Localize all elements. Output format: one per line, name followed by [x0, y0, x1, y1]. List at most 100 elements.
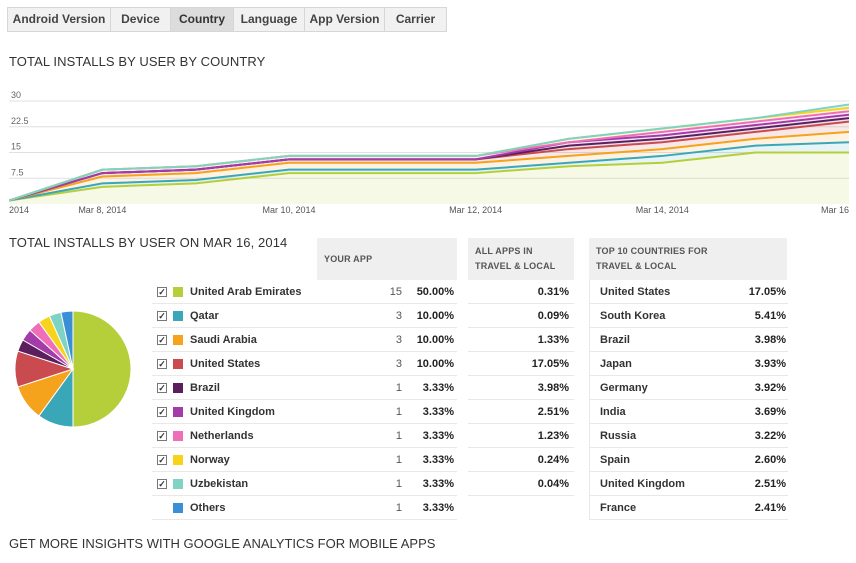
table-row: ✓ United States 3 10.00% [152, 352, 457, 376]
table-row: India 3.69% [590, 400, 788, 424]
top10-country: France [600, 501, 637, 514]
install-count: 1 [395, 429, 402, 442]
color-swatch [173, 286, 183, 297]
y-tick-label: 7.5 [11, 167, 24, 177]
table-row: 0.09% [468, 304, 574, 328]
color-swatch [173, 310, 183, 321]
country-checkbox[interactable]: ✓ [157, 310, 167, 321]
table-row: 0.31% [468, 280, 574, 304]
all-apps-header: ALL APPS IN TRAVEL & LOCAL [468, 238, 574, 280]
table-row: South Korea 5.41% [590, 304, 788, 328]
color-swatch [173, 478, 183, 489]
x-tick-label: Mar 10, 2014 [262, 205, 315, 214]
table-row: Japan 3.93% [590, 352, 788, 376]
all-apps-percent: 0.04% [537, 477, 569, 490]
country-name: Uzbekistan [190, 477, 249, 490]
all-apps-percent: 0.09% [537, 309, 569, 322]
all-apps-percent: 0.31% [537, 285, 569, 298]
insights-link[interactable]: GET MORE INSIGHTS WITH GOOGLE ANALYTICS … [9, 536, 435, 551]
area-chart-svg: 7.5 15 22.5 30 2014 Mar 8, 2014 Mar 10, 2014 Ma… [8, 90, 850, 215]
install-percent: 3.33% [422, 453, 454, 466]
installs-area-chart: 7.5 15 22.5 30 2014 Mar 8, 2014 Mar 10, 2014 Ma… [8, 89, 850, 215]
dimension-tabs: Android Version Device Country Language … [7, 7, 447, 32]
table-row: ✓ Uzbekistan 1 3.33% [152, 472, 457, 496]
table-row: ✓ Netherlands 1 3.33% [152, 424, 457, 448]
top10-percent: 3.92% [754, 381, 786, 394]
table-row: ✓ United Arab Emirates 15 50.00% [152, 280, 457, 304]
top10-country: India [600, 405, 626, 418]
table-row: Spain 2.60% [590, 448, 788, 472]
table-row: 1.33% [468, 328, 574, 352]
installs-pie-chart [14, 310, 132, 433]
x-tick-label: 2014 [9, 205, 29, 214]
top10-country: Brazil [600, 333, 630, 346]
install-percent: 3.33% [422, 429, 454, 442]
top10-percent: 3.98% [754, 333, 786, 346]
x-tick-label: Mar 16 [821, 205, 849, 214]
tab-language[interactable]: Language [234, 8, 305, 31]
top10-country: Japan [600, 357, 632, 370]
table-row: Russia 3.22% [590, 424, 788, 448]
country-checkbox[interactable]: ✓ [157, 382, 167, 393]
country-name: United Arab Emirates [190, 285, 302, 298]
table-row: ✓ United Kingdom 1 3.33% [152, 400, 457, 424]
country-checkbox[interactable]: ✓ [157, 430, 167, 441]
color-swatch [173, 430, 183, 441]
country-name: United States [190, 357, 261, 370]
top10-country: Spain [600, 453, 630, 466]
tab-carrier[interactable]: Carrier [385, 8, 446, 31]
tab-country[interactable]: Country [171, 8, 234, 31]
install-count: 1 [395, 381, 402, 394]
country-checkbox[interactable]: ✓ [157, 334, 167, 345]
top10-country: South Korea [600, 309, 666, 322]
install-percent: 10.00% [416, 309, 454, 322]
table-row: 2.51% [468, 400, 574, 424]
tab-device[interactable]: Device [111, 8, 171, 31]
tab-app-version[interactable]: App Version [305, 8, 385, 31]
color-swatch [173, 502, 183, 513]
top10-percent: 5.41% [754, 309, 786, 322]
install-percent: 3.33% [422, 501, 454, 514]
install-percent: 10.00% [416, 357, 454, 370]
country-name: Qatar [190, 309, 219, 322]
top10-percent: 3.93% [754, 357, 786, 370]
x-tick-label: Mar 14, 2014 [636, 205, 689, 214]
top10-percent: 2.60% [754, 453, 786, 466]
top10-column: TOP 10 COUNTRIES FOR TRAVEL & LOCAL [589, 238, 787, 280]
table-row: ✓ Saudi Arabia 3 10.00% [152, 328, 457, 352]
install-count: 1 [395, 453, 402, 466]
all-apps-percent: 17.05% [531, 357, 569, 370]
top10-percent: 2.51% [754, 477, 786, 490]
y-tick-label: 30 [11, 90, 21, 100]
top10-country: Russia [600, 429, 637, 442]
country-name: Brazil [190, 381, 220, 394]
country-name: Saudi Arabia [190, 333, 257, 346]
country-checkbox[interactable]: ✓ [157, 478, 167, 489]
table-row: 17.05% [468, 352, 574, 376]
table-row: France 2.41% [590, 496, 788, 520]
table-row: 0.24% [468, 448, 574, 472]
install-count: 1 [395, 477, 402, 490]
color-swatch [173, 454, 183, 465]
country-checkbox[interactable]: ✓ [157, 454, 167, 465]
your-app-rows: ✓ United Arab Emirates 15 50.00% ✓ Qatar… [152, 280, 457, 520]
your-app-header: YOUR APP [317, 238, 457, 280]
top10-percent: 17.05% [748, 285, 786, 298]
top10-country: United Kingdom [600, 477, 685, 490]
all-apps-percent: 1.23% [537, 429, 569, 442]
tab-android-version[interactable]: Android Version [8, 8, 111, 31]
install-percent: 3.33% [422, 381, 454, 394]
section-title-country: TOTAL INSTALLS BY USER BY COUNTRY [9, 54, 266, 69]
country-name: Norway [190, 453, 230, 466]
top10-percent: 2.41% [754, 501, 786, 514]
section-title-date: TOTAL INSTALLS BY USER ON MAR 16, 2014 [9, 235, 288, 250]
country-checkbox[interactable]: ✓ [157, 286, 167, 297]
country-checkbox[interactable]: ✓ [157, 406, 167, 417]
all-apps-percent: 2.51% [537, 405, 569, 418]
install-count: 1 [395, 501, 402, 514]
install-count: 3 [395, 309, 402, 322]
install-percent: 10.00% [416, 333, 454, 346]
table-row: ✓ Brazil 1 3.33% [152, 376, 457, 400]
table-row: ✓ Norway 1 3.33% [152, 448, 457, 472]
country-checkbox[interactable]: ✓ [157, 358, 167, 369]
